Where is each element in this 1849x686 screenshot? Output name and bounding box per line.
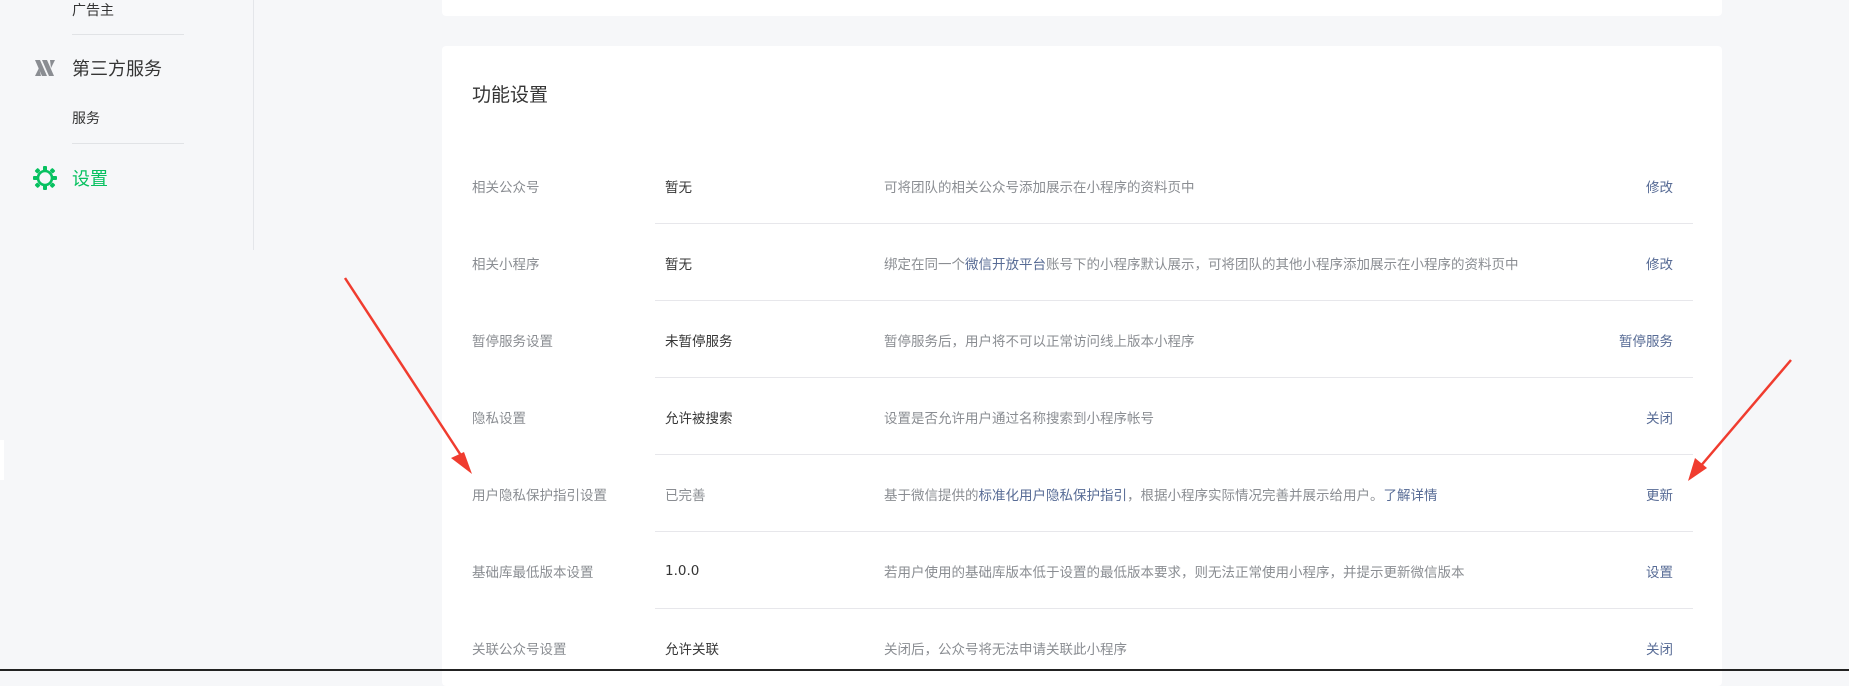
desc-text: 绑定在同一个 (884, 256, 965, 273)
sidebar: 广告主 第三方服务 服务 设置 (0, 0, 253, 671)
close-link[interactable]: 关闭 (1646, 407, 1673, 427)
row-description: 绑定在同一个微信开放平台账号下的小程序默认展示，可将团队的其他小程序添加展示在小… (884, 253, 1519, 273)
settings-row-link-official-account: 关联公众号设置 允许关联 关闭后，公众号将无法申请关联此小程序 关闭 (472, 609, 1693, 686)
pause-service-link[interactable]: 暂停服务 (1619, 330, 1673, 350)
settings-row-privacy: 隐私设置 允许被搜索 设置是否允许用户通过名称搜索到小程序帐号 关闭 (472, 378, 1693, 455)
sidebar-group-label: 第三方服务 (72, 59, 162, 80)
close-link[interactable]: 关闭 (1646, 638, 1673, 658)
row-value: 已完善 (665, 487, 706, 504)
desc-text: ，根据小程序实际情况完善并展示给用户。 (1127, 487, 1384, 504)
sidebar-border (253, 0, 254, 250)
sidebar-item-settings[interactable]: 设置 (32, 165, 108, 191)
row-name: 用户隐私保护指引设置 (472, 487, 607, 504)
sidebar-item-label: 广告主 (72, 3, 114, 19)
row-description: 设置是否允许用户通过名称搜索到小程序帐号 (884, 410, 1154, 427)
row-description: 暂停服务后，用户将不可以正常访问线上版本小程序 (884, 333, 1195, 350)
sidebar-divider (72, 34, 184, 35)
row-description: 关闭后，公众号将无法申请关联此小程序 (884, 641, 1127, 658)
row-value: 未暂停服务 (665, 333, 733, 350)
privacy-guide-link[interactable]: 标准化用户隐私保护指引 (979, 488, 1128, 504)
row-name: 暂停服务设置 (472, 333, 553, 350)
modify-link[interactable]: 修改 (1646, 176, 1673, 196)
row-name: 相关小程序 (472, 256, 540, 273)
window-edge (0, 440, 4, 480)
row-value: 1.0.0 (665, 562, 700, 579)
settings-row-min-lib-version: 基础库最低版本设置 1.0.0 若用户使用的基础库版本低于设置的最低版本要求，则… (472, 532, 1693, 609)
third-party-icon (32, 55, 58, 81)
row-name: 隐私设置 (472, 410, 526, 427)
sidebar-item-advertiser[interactable]: 广告主 (72, 0, 114, 20)
settings-row-privacy-guide: 用户隐私保护指引设置 已完善 基于微信提供的标准化用户隐私保护指引，根据小程序实… (472, 455, 1693, 532)
settings-row-pause-service: 暂停服务设置 未暂停服务 暂停服务后，用户将不可以正常访问线上版本小程序 暂停服… (472, 301, 1693, 378)
row-name: 关联公众号设置 (472, 641, 567, 658)
feature-settings-card: 功能设置 相关公众号 暂无 可将团队的相关公众号添加展示在小程序的资料页中 修改… (442, 46, 1722, 686)
row-name: 基础库最低版本设置 (472, 564, 594, 581)
desc-text: 基于微信提供的 (884, 487, 979, 504)
update-link[interactable]: 更新 (1646, 484, 1673, 504)
set-link[interactable]: 设置 (1646, 561, 1673, 581)
sidebar-group-third-party[interactable]: 第三方服务 (32, 55, 162, 81)
gear-icon (32, 165, 58, 191)
sidebar-item-service[interactable]: 服务 (72, 108, 100, 128)
row-description: 基于微信提供的标准化用户隐私保护指引，根据小程序实际情况完善并展示给用户。了解详… (884, 484, 1438, 504)
row-description: 可将团队的相关公众号添加展示在小程序的资料页中 (884, 179, 1195, 196)
row-value: 暂无 (665, 256, 692, 273)
settings-row-related-official-account: 相关公众号 暂无 可将团队的相关公众号添加展示在小程序的资料页中 修改 (472, 147, 1693, 224)
row-value: 暂无 (665, 179, 692, 196)
sidebar-divider (72, 143, 184, 144)
learn-more-link[interactable]: 了解详情 (1384, 488, 1438, 504)
sidebar-item-label: 服务 (72, 111, 100, 127)
sidebar-item-label: 设置 (72, 169, 108, 190)
previous-card (442, 0, 1722, 16)
settings-row-related-mini-program: 相关小程序 暂无 绑定在同一个微信开放平台账号下的小程序默认展示，可将团队的其他… (472, 224, 1693, 301)
row-value: 允许关联 (665, 641, 719, 658)
modify-link[interactable]: 修改 (1646, 253, 1673, 273)
open-platform-link[interactable]: 微信开放平台 (965, 257, 1046, 273)
section-title: 功能设置 (472, 84, 549, 106)
row-name: 相关公众号 (472, 179, 540, 196)
row-value: 允许被搜索 (665, 410, 733, 427)
row-description: 若用户使用的基础库版本低于设置的最低版本要求，则无法正常使用小程序，并提示更新微… (884, 564, 1465, 581)
desc-text: 账号下的小程序默认展示，可将团队的其他小程序添加展示在小程序的资料页中 (1046, 256, 1519, 273)
